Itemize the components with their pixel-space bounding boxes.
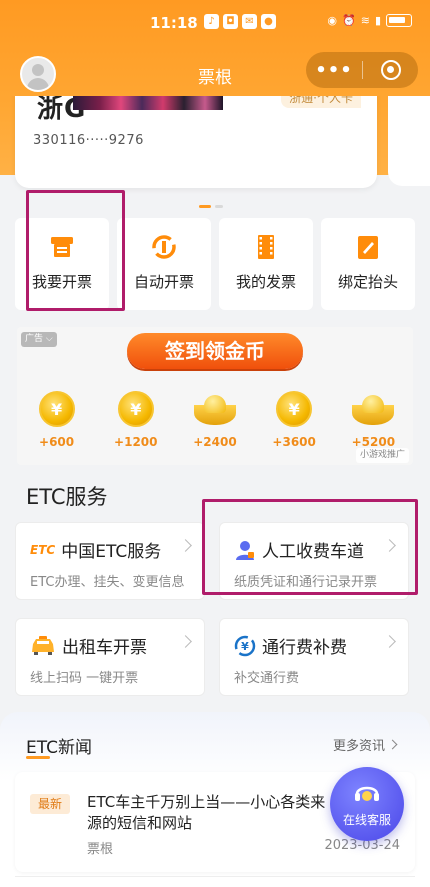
reward-item: ¥ +600 (27, 391, 87, 449)
news-source: 票根 (87, 842, 114, 857)
carousel-indicator (199, 205, 223, 208)
coin-icon: ¥ (276, 391, 313, 427)
close-icon (380, 60, 401, 80)
news-section-title: ETC新闻 (26, 738, 92, 758)
auto-invoice-icon (150, 233, 178, 261)
service-title: ETC 中国ETC服务 (30, 537, 161, 562)
section-title-etc: ETC服务 (26, 485, 108, 509)
headset-icon (352, 779, 382, 807)
highlight-box-manual-lane (202, 499, 418, 595)
miniprogram-capsule: ••• (306, 52, 418, 88)
qq-icon: ● (261, 14, 276, 29)
signal-icon: ▮ (374, 14, 381, 27)
etc-logo-icon: ETC (30, 542, 56, 557)
action-label: 自动开票 (133, 273, 194, 291)
service-toll-repay[interactable]: ¥ 通行费补费 补交通行费 (219, 618, 409, 696)
alarm-icon: ⏰ (342, 14, 356, 27)
status-time: 11:18 (150, 14, 198, 32)
chat-icon: ◘ (223, 14, 238, 29)
service-subtitle: ETC办理、挂失、变更信息 (30, 575, 185, 590)
battery-icon (386, 14, 412, 27)
toll-repay-icon: ¥ (234, 635, 256, 656)
etc-card-carousel[interactable]: 浙G 浙通·个人卡 330116·····9276 (0, 96, 430, 196)
service-china-etc[interactable]: ETC 中国ETC服务 ETC办理、挂失、变更信息 (15, 522, 205, 600)
edit-header-icon (354, 233, 382, 261)
service-title: ¥ 通行费补费 (234, 633, 347, 658)
taxi-icon (32, 635, 54, 655)
reward-item: +5200 (343, 391, 403, 449)
highlight-box-issue-invoice (26, 190, 125, 311)
reward-value: +600 (39, 435, 75, 449)
chevron-right-icon (383, 635, 396, 648)
nav-bar: 票根 ••• (0, 46, 430, 98)
online-service-button[interactable]: 在线客服 (330, 767, 404, 841)
service-subtitle: 补交通行费 (234, 671, 300, 686)
status-bar: 11:18 ♪ ◘ ✉ ● ◉ ⏰ ≋ ▮ (0, 0, 430, 44)
card-type-tag: 浙通·个人卡 (281, 96, 361, 108)
service-taxi-invoice[interactable]: 出租车开票 线上扫码 一键开票 (15, 618, 205, 696)
notification-icons: ♪ ◘ ✉ ● (204, 14, 276, 29)
action-label: 我的发票 (235, 273, 296, 291)
coin-icon: ¥ (38, 391, 75, 427)
reward-value: +3600 (272, 435, 316, 449)
reward-row: ¥ +600 ¥ +1200 +2400 ¥ +3600 +5200 (17, 391, 413, 449)
tiktok-icon: ♪ (204, 14, 219, 29)
reward-item: +2400 (185, 391, 245, 449)
gold-ingot-icon (192, 391, 238, 427)
reward-value: +1200 (114, 435, 158, 449)
reward-item: ¥ +3600 (264, 391, 324, 449)
more-news-link[interactable]: 更多资讯 (333, 735, 398, 754)
action-label: 绑定抬头 (337, 273, 398, 291)
chevron-right-icon (387, 739, 398, 750)
news-title-underline (26, 756, 50, 759)
chevron-right-icon (179, 539, 192, 552)
service-title: 出租车开票 (30, 633, 147, 658)
film-invoice-icon (252, 233, 280, 261)
carousel-dot-active (199, 205, 211, 208)
etc-card[interactable]: 浙G 浙通·个人卡 330116·····9276 (15, 96, 377, 188)
more-button[interactable]: ••• (306, 60, 362, 81)
gold-ingot-icon (350, 391, 396, 427)
action-bind-header[interactable]: 绑定抬头 (321, 218, 415, 310)
action-auto-invoice[interactable]: 自动开票 (117, 218, 211, 310)
news-badge: 最新 (30, 794, 70, 814)
reward-item: ¥ +1200 (106, 391, 166, 449)
service-title-text: 通行费补费 (262, 638, 347, 658)
close-button[interactable] (363, 60, 418, 80)
next-card-peek[interactable] (388, 96, 430, 186)
divider (15, 876, 415, 877)
ad-tag[interactable]: 广告 ⌵ (21, 332, 57, 347)
service-subtitle: 线上扫码 一键开票 (30, 671, 139, 686)
ad-source-label: 小游戏推广 (355, 448, 409, 463)
reward-value: +5200 (351, 435, 396, 449)
reward-value: +2400 (193, 435, 237, 449)
card-number: 330116·····9276 (33, 133, 144, 148)
svg-text:¥: ¥ (241, 640, 249, 653)
wifi-icon: ≋ (360, 14, 370, 27)
ad-banner[interactable]: 广告 ⌵ 签到领金币 ¥ +600 ¥ +1200 +2400 ¥ +3600 … (17, 327, 413, 465)
checkin-button[interactable]: 签到领金币 (127, 333, 303, 369)
online-service-label: 在线客服 (342, 813, 391, 827)
service-title-text: 出租车开票 (62, 638, 147, 658)
more-news-label: 更多资讯 (333, 739, 386, 754)
coin-icon: ¥ (117, 391, 154, 427)
eye-icon: ◉ (327, 14, 338, 27)
chevron-right-icon (179, 635, 192, 648)
action-my-invoices[interactable]: 我的发票 (219, 218, 313, 310)
app-icon: ✉ (242, 14, 257, 29)
carousel-dot (215, 205, 223, 208)
news-headline: ETC车主千万别上当——小心各类来源的短信和网站 (87, 793, 326, 832)
service-title-text: 中国ETC服务 (61, 542, 162, 562)
system-icons: ◉ ⏰ ≋ ▮ (327, 14, 412, 27)
plate-mosaic (73, 96, 223, 110)
